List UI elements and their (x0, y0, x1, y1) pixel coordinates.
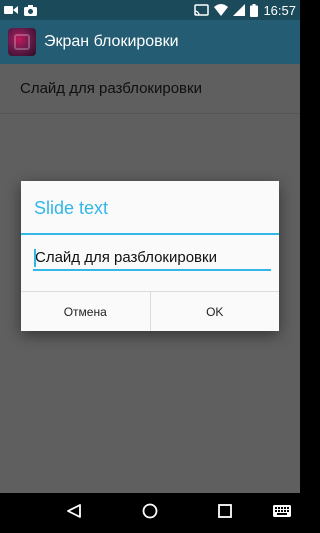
status-right: 16:57 (194, 3, 296, 18)
wifi-icon (214, 4, 229, 16)
nav-bar (0, 493, 300, 533)
video-icon (4, 5, 18, 15)
dialog-title: Slide text (34, 198, 109, 218)
recents-button[interactable] (205, 493, 245, 533)
signal-icon (233, 4, 246, 16)
back-icon (66, 503, 82, 524)
status-left (4, 4, 37, 16)
app-bar: Экран блокировки (0, 20, 300, 64)
camera-icon (24, 4, 37, 16)
keyboard-button[interactable] (262, 493, 302, 533)
status-bar: 16:57 (0, 0, 300, 20)
app-title: Экран блокировки (44, 33, 179, 50)
dialog-buttons: Отмена OK (21, 291, 279, 331)
dialog-divider (21, 233, 279, 235)
battery-icon (250, 3, 259, 17)
home-button[interactable] (130, 493, 170, 533)
slide-text-dialog: Slide text Отмена OK (21, 181, 279, 331)
text-cursor (34, 249, 36, 267)
keyboard-icon (273, 504, 291, 522)
status-time: 16:57 (263, 2, 296, 18)
ok-button[interactable]: OK (149, 292, 280, 331)
app-logo-icon (8, 28, 36, 56)
pref-slide-text-label: Слайд для разблокировки (20, 80, 202, 97)
home-icon (142, 503, 158, 524)
pref-slide-text[interactable]: Слайд для разблокировки (0, 64, 300, 114)
recents-icon (218, 503, 232, 523)
cast-icon (194, 4, 210, 16)
cancel-button[interactable]: Отмена (21, 292, 150, 331)
slide-text-input[interactable] (33, 245, 271, 271)
back-button[interactable] (54, 493, 94, 533)
